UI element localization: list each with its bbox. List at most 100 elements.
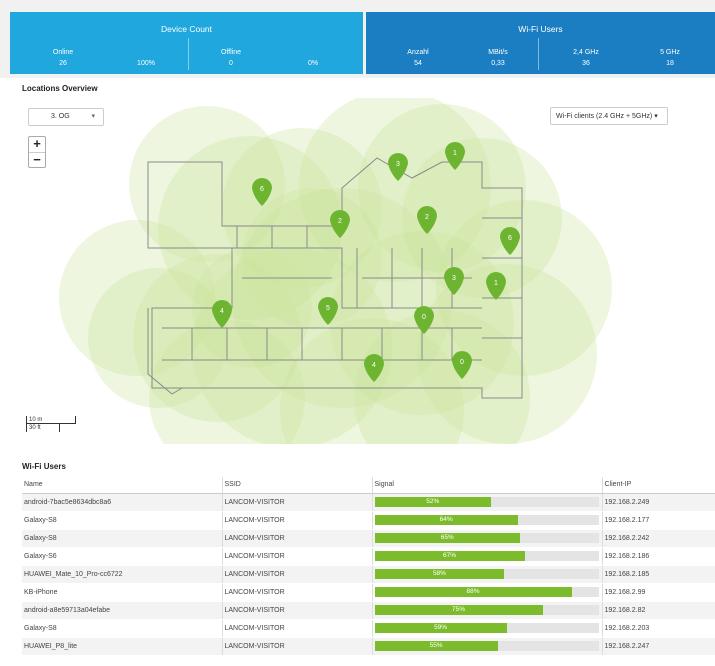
signal-bar-track: 59% bbox=[374, 623, 599, 634]
client-ssid: LANCOM-VISITOR bbox=[222, 529, 373, 548]
wifi-traffic-column: Anzahl 54 MBit/s 0,33 bbox=[366, 38, 538, 70]
chevron-down-icon: ▾ bbox=[91, 113, 95, 120]
ghz5-value: 18 bbox=[666, 60, 674, 67]
table-row[interactable]: Galaxy-S8 LANCOM-VISITOR 65% 192.168.2.242 bbox=[22, 529, 715, 548]
table-row[interactable]: android-7bac5e8634dbc8a6 LANCOM-VISITOR 52… bbox=[22, 493, 715, 512]
metric-select-value: Wi-Fi clients (2.4 GHz + 5GHz) bbox=[556, 113, 653, 120]
signal-bar-track: 64% bbox=[374, 515, 599, 526]
zoom-control: + − bbox=[28, 136, 46, 168]
client-name: android-7bac5e8634dbc8a6 bbox=[22, 493, 223, 512]
signal-bar-track: 67% bbox=[374, 551, 599, 562]
signal-bar-label: 65% bbox=[440, 534, 454, 542]
access-point-count: 0 bbox=[422, 314, 426, 321]
signal-bar-label: 58% bbox=[432, 570, 446, 578]
client-ssid: LANCOM-VISITOR bbox=[222, 619, 373, 638]
client-ip: 192.168.2.177 bbox=[602, 511, 715, 530]
locations-overview-title: Locations Overview bbox=[22, 84, 98, 93]
table-row[interactable]: Galaxy-S6 LANCOM-VISITOR 67% 192.168.2.186 bbox=[22, 547, 715, 566]
summary-header: Device Count Online 26 100% Offline 0 0%… bbox=[0, 0, 715, 78]
locations-overview-panel: Locations Overview 6 3 1 2 2 6 3 1 4 5 0 4 0 3. OG ▾… bbox=[12, 80, 715, 448]
wifi-users-panel: Wi-Fi Users Name SSID Signal Client-IP a… bbox=[12, 451, 715, 666]
wifi-users-card: Wi-Fi Users Anzahl 54 MBit/s 0,33 2,4 GH… bbox=[366, 12, 715, 74]
client-name: HUAWEI_P8_lite bbox=[22, 637, 223, 656]
online-column: Online 26 100% bbox=[10, 38, 188, 70]
client-ssid: LANCOM-VISITOR bbox=[222, 565, 373, 584]
anzahl-label: Anzahl bbox=[407, 49, 429, 56]
table-row[interactable]: KB-iPhone LANCOM-VISITOR 88% 192.168.2.99 bbox=[22, 583, 715, 602]
offline-percent: 0% bbox=[307, 60, 319, 67]
table-row[interactable]: android-a8e59713a04efabe LANCOM-VISITOR 75… bbox=[22, 601, 715, 620]
access-point-count: 2 bbox=[338, 218, 342, 225]
floor-select-value: 3. OG bbox=[51, 113, 70, 120]
column-header-client-ip[interactable]: Client-IP bbox=[602, 477, 715, 494]
metric-select[interactable]: Wi-Fi clients (2.4 GHz + 5GHz) ▾ bbox=[550, 107, 668, 125]
access-point-count: 0 bbox=[460, 359, 464, 366]
column-header-name[interactable]: Name bbox=[22, 477, 223, 494]
client-ip: 192.168.2.82 bbox=[602, 601, 715, 620]
floor-map[interactable]: 6 3 1 2 2 6 3 1 4 5 0 4 0 3. OG ▾ + − Wi-Fi clients … bbox=[12, 98, 715, 444]
floor-map-canvas[interactable]: 6 3 1 2 2 6 3 1 4 5 0 4 0 bbox=[12, 98, 715, 444]
access-point-count: 6 bbox=[260, 186, 264, 193]
client-ssid: LANCOM-VISITOR bbox=[222, 511, 373, 530]
signal-bar-track: 55% bbox=[374, 641, 599, 652]
access-point-count: 3 bbox=[396, 161, 400, 168]
ghz5-label: 5 GHz bbox=[660, 49, 680, 56]
signal-bar-label: 52% bbox=[426, 498, 440, 506]
access-point-count: 1 bbox=[453, 150, 457, 157]
device-count-card: Device Count Online 26 100% Offline 0 0% bbox=[10, 12, 363, 74]
wifi-users-card-title: Wi-Fi Users bbox=[518, 24, 563, 34]
client-signal: 58% bbox=[372, 565, 603, 584]
table-row[interactable]: HUAWEI_P8_lite LANCOM-VISITOR 55% 192.168.2… bbox=[22, 637, 715, 656]
client-ip: 192.168.2.185 bbox=[602, 565, 715, 584]
client-ip: 192.168.2.99 bbox=[602, 583, 715, 602]
client-ip: 192.168.2.242 bbox=[602, 529, 715, 548]
access-point-count: 1 bbox=[494, 280, 498, 287]
anzahl-value: 54 bbox=[414, 60, 422, 67]
client-signal: 75% bbox=[372, 601, 603, 620]
offline-count: 0 bbox=[229, 60, 233, 67]
access-point-count: 6 bbox=[508, 235, 512, 242]
signal-bar-track: 65% bbox=[374, 533, 599, 544]
offline-column: Offline 0 0% bbox=[188, 38, 363, 70]
client-signal: 88% bbox=[372, 583, 603, 602]
signal-bar-track: 88% bbox=[374, 587, 599, 598]
client-ssid: LANCOM-VISITOR bbox=[222, 601, 373, 620]
access-point-count: 3 bbox=[452, 275, 456, 282]
access-point-count: 4 bbox=[220, 308, 224, 315]
client-name: Galaxy-S8 bbox=[22, 619, 223, 638]
zoom-out-button[interactable]: − bbox=[29, 152, 45, 167]
column-header-signal[interactable]: Signal bbox=[372, 477, 603, 494]
table-row[interactable]: HUAWEI_Mate_10_Pro-cc6722 LANCOM-VISITOR 5… bbox=[22, 565, 715, 584]
ghz24-value: 36 bbox=[582, 60, 590, 67]
column-header-ssid[interactable]: SSID bbox=[222, 477, 373, 494]
wifi-users-table: Name SSID Signal Client-IP android-7bac5… bbox=[22, 477, 715, 656]
client-signal: 52% bbox=[372, 493, 603, 512]
floor-select[interactable]: 3. OG ▾ bbox=[28, 108, 104, 126]
client-signal: 59% bbox=[372, 619, 603, 638]
client-ssid: LANCOM-VISITOR bbox=[222, 493, 373, 512]
chevron-down-icon: ▾ bbox=[654, 113, 658, 120]
scale-feet: 30 ft bbox=[26, 424, 60, 432]
offline-label: Offline bbox=[220, 49, 242, 56]
access-point-count: 5 bbox=[326, 305, 330, 312]
scale-meters: 10 m bbox=[26, 416, 76, 424]
table-row[interactable]: Galaxy-S8 LANCOM-VISITOR 64% 192.168.2.177 bbox=[22, 511, 715, 530]
signal-bar-track: 58% bbox=[374, 569, 599, 580]
zoom-in-button[interactable]: + bbox=[29, 137, 45, 152]
online-percent: 100% bbox=[137, 60, 155, 67]
client-name: KB-iPhone bbox=[22, 583, 223, 602]
client-name: android-a8e59713a04efabe bbox=[22, 601, 223, 620]
online-count: 26 bbox=[59, 60, 67, 67]
client-ssid: LANCOM-VISITOR bbox=[222, 547, 373, 566]
client-name: Galaxy-S8 bbox=[22, 529, 223, 548]
signal-bar-label: 59% bbox=[434, 624, 448, 632]
client-name: HUAWEI_Mate_10_Pro-cc6722 bbox=[22, 565, 223, 584]
table-header-row: Name SSID Signal Client-IP bbox=[22, 477, 715, 494]
client-name: Galaxy-S8 bbox=[22, 511, 223, 530]
access-point-count: 2 bbox=[425, 214, 429, 221]
signal-bar-label: 75% bbox=[451, 606, 465, 614]
client-signal: 67% bbox=[372, 547, 603, 566]
table-row[interactable]: Galaxy-S8 LANCOM-VISITOR 59% 192.168.2.203 bbox=[22, 619, 715, 638]
client-signal: 64% bbox=[372, 511, 603, 530]
signal-bar-label: 64% bbox=[439, 516, 453, 524]
